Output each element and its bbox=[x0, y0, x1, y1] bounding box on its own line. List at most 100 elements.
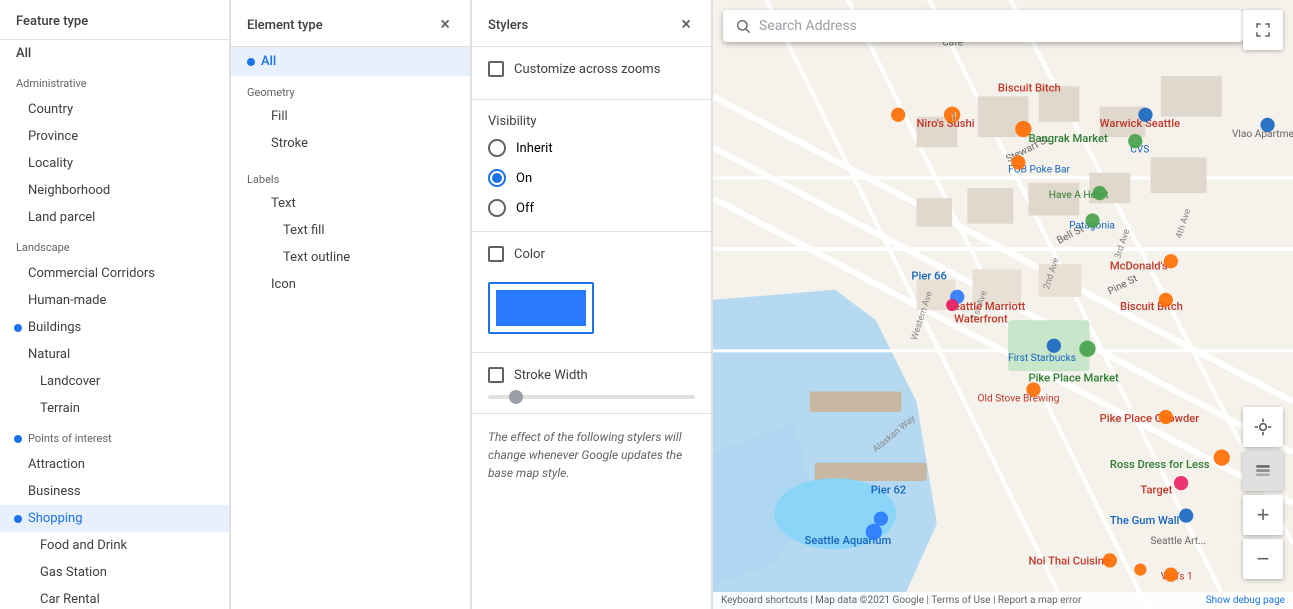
feature-group-landscape: Landscape bbox=[0, 231, 229, 260]
svg-text:Bangrak Market: Bangrak Market bbox=[1028, 132, 1108, 145]
feature-panel-title: Feature type bbox=[0, 0, 229, 40]
element-group-geometry: Geometry bbox=[231, 76, 470, 103]
feature-item-all[interactable]: All bbox=[0, 40, 229, 67]
feature-item-food-and-drink[interactable]: Food and Drink bbox=[0, 532, 229, 559]
color-label: Color bbox=[514, 247, 545, 262]
map-top-controls bbox=[1243, 10, 1283, 50]
feature-item-shopping[interactable]: Shopping bbox=[0, 505, 229, 532]
stylers-panel-close[interactable]: × bbox=[677, 14, 695, 36]
stroke-width-row[interactable]: Stroke Width bbox=[488, 367, 695, 383]
stylers-panel-header: Stylers × bbox=[472, 0, 711, 47]
attribution-text: Keyboard shortcuts | Map data ©2021 Goog… bbox=[721, 595, 1081, 606]
slider-track bbox=[488, 395, 695, 399]
visibility-on[interactable]: On bbox=[488, 169, 695, 187]
feature-item-province[interactable]: Province bbox=[0, 123, 229, 150]
map-container: Bell St Stewart St Pine St Western Ave 1… bbox=[713, 0, 1293, 609]
radio-inherit-outer bbox=[488, 139, 506, 157]
feature-item-commercial-corridors[interactable]: Commercial Corridors bbox=[0, 260, 229, 287]
element-item-fill[interactable]: Fill bbox=[231, 103, 470, 130]
location-button[interactable] bbox=[1243, 407, 1283, 447]
svg-text:Noi Thai Cuisine: Noi Thai Cuisine bbox=[1028, 554, 1110, 567]
element-panel-header: Element type × bbox=[231, 0, 470, 47]
feature-item-neighborhood[interactable]: Neighborhood bbox=[0, 177, 229, 204]
feature-type-panel: Feature type All Administrative Country … bbox=[0, 0, 230, 609]
feature-item-buildings[interactable]: Buildings bbox=[0, 314, 229, 341]
slider-container bbox=[488, 395, 695, 399]
visibility-label: Visibility bbox=[488, 114, 695, 129]
radio-off-outer bbox=[488, 199, 506, 217]
feature-group-administrative: Administrative bbox=[0, 67, 229, 96]
element-panel-title: Element type bbox=[247, 18, 323, 33]
radio-inherit-label: Inherit bbox=[516, 141, 553, 156]
svg-text:McDonald's: McDonald's bbox=[1110, 259, 1168, 272]
element-item-text[interactable]: Text bbox=[231, 190, 470, 217]
layers-icon bbox=[1253, 461, 1273, 481]
element-item-icon[interactable]: Icon bbox=[231, 271, 470, 298]
map-attribution: Keyboard shortcuts | Map data ©2021 Goog… bbox=[713, 592, 1293, 609]
visibility-radio-group: Inherit On Off bbox=[488, 139, 695, 217]
radio-off-label: Off bbox=[516, 201, 534, 216]
svg-text:The Gum Wall: The Gum Wall bbox=[1110, 514, 1180, 527]
svg-text:Vlao Apartments: Vlao Apartments bbox=[1232, 129, 1293, 140]
visibility-inherit[interactable]: Inherit bbox=[488, 139, 695, 157]
search-input[interactable]: Search Address bbox=[759, 18, 857, 34]
stylers-panel-title: Stylers bbox=[488, 18, 528, 33]
feature-item-country[interactable]: Country bbox=[0, 96, 229, 123]
feature-item-business[interactable]: Business bbox=[0, 478, 229, 505]
layers-button[interactable] bbox=[1243, 451, 1283, 491]
svg-text:Pier 62: Pier 62 bbox=[871, 483, 906, 496]
feature-item-landcover[interactable]: Landcover bbox=[0, 368, 229, 395]
stroke-width-label: Stroke Width bbox=[514, 368, 588, 383]
color-swatch[interactable] bbox=[496, 290, 586, 326]
svg-text:Ross Dress for Less: Ross Dress for Less bbox=[1110, 458, 1210, 471]
all-dot-icon bbox=[247, 58, 255, 66]
customize-zooms-checkbox[interactable] bbox=[488, 61, 504, 77]
fullscreen-button[interactable] bbox=[1243, 10, 1283, 50]
feature-item-terrain[interactable]: Terrain bbox=[0, 395, 229, 422]
feature-item-attraction[interactable]: Attraction bbox=[0, 451, 229, 478]
stroke-width-section: Stroke Width bbox=[472, 353, 711, 414]
debug-label[interactable]: Show debug page bbox=[1206, 595, 1285, 606]
element-item-text-outline[interactable]: Text outline bbox=[231, 244, 470, 271]
color-row[interactable]: Color bbox=[488, 246, 695, 262]
svg-text:Seattle Art...: Seattle Art... bbox=[1151, 536, 1207, 547]
feature-item-land-parcel[interactable]: Land parcel bbox=[0, 204, 229, 231]
feature-item-natural[interactable]: Natural bbox=[0, 341, 229, 368]
feature-group-poi: Points of interest bbox=[0, 422, 229, 451]
search-icon bbox=[735, 18, 751, 34]
element-item-stroke[interactable]: Stroke bbox=[231, 130, 470, 157]
styler-note: The effect of the following stylers will… bbox=[472, 414, 711, 496]
element-panel-close[interactable]: × bbox=[436, 14, 454, 36]
feature-item-locality[interactable]: Locality bbox=[0, 150, 229, 177]
svg-text:🍴: 🍴 bbox=[949, 111, 959, 122]
customize-zooms-row[interactable]: Customize across zooms bbox=[488, 61, 695, 77]
feature-item-gas-station[interactable]: Gas Station bbox=[0, 559, 229, 586]
visibility-off[interactable]: Off bbox=[488, 199, 695, 217]
zoom-in-button[interactable]: + bbox=[1243, 495, 1283, 535]
element-item-all[interactable]: All bbox=[231, 47, 470, 76]
stylers-panel: Stylers × Customize across zooms Visibil… bbox=[472, 0, 712, 609]
fullscreen-icon bbox=[1254, 21, 1272, 39]
location-icon bbox=[1253, 417, 1273, 437]
svg-text:Waterfront: Waterfront bbox=[954, 312, 1008, 325]
svg-text:Pike Place Market: Pike Place Market bbox=[1028, 371, 1119, 384]
radio-on-label: On bbox=[516, 171, 532, 186]
feature-item-car-rental[interactable]: Car Rental bbox=[0, 586, 229, 609]
svg-text:Biscuit Bitch: Biscuit Bitch bbox=[998, 81, 1061, 94]
radio-on-outer bbox=[488, 169, 506, 187]
stroke-width-checkbox[interactable] bbox=[488, 367, 504, 383]
element-item-text-fill[interactable]: Text fill bbox=[231, 217, 470, 244]
slider-thumb[interactable] bbox=[509, 390, 523, 404]
feature-item-human-made[interactable]: Human-made bbox=[0, 287, 229, 314]
map-search-bar[interactable]: Search Address bbox=[723, 10, 1243, 42]
radio-on-inner bbox=[492, 173, 502, 183]
zoom-out-button[interactable]: − bbox=[1243, 539, 1283, 579]
map-bottom-controls: + − bbox=[1243, 407, 1283, 579]
svg-text:Old Stove Brewing: Old Stove Brewing bbox=[978, 394, 1060, 405]
visibility-section: Visibility Inherit On Off bbox=[472, 100, 711, 232]
element-type-panel: Element type × All Geometry Fill Stroke … bbox=[231, 0, 471, 609]
color-swatch-container[interactable] bbox=[488, 282, 594, 334]
color-checkbox[interactable] bbox=[488, 246, 504, 262]
svg-text:Biscuit Bitch: Biscuit Bitch bbox=[1120, 300, 1183, 313]
svg-text:Target: Target bbox=[1140, 483, 1172, 496]
